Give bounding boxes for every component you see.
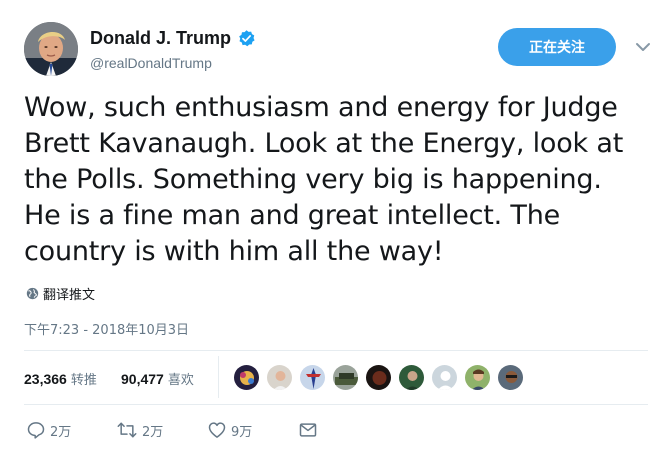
tweet-text-line: the Polls. Something very big is happeni…: [24, 164, 602, 195]
stats-separator: [218, 356, 219, 398]
retweets-count: 23,366: [24, 371, 67, 387]
reply-button[interactable]: 2万: [26, 420, 71, 440]
chevron-down-icon[interactable]: [634, 40, 652, 54]
likes-stat[interactable]: 90,477 喜欢: [121, 369, 194, 388]
tweet-timestamp[interactable]: 下午7:23 - 2018年10月3日: [24, 319, 189, 338]
translate-tweet-link[interactable]: 翻译推文: [26, 284, 95, 303]
author-display-name[interactable]: Donald J. Trump: [90, 27, 231, 49]
translate-label: 翻译推文: [43, 288, 96, 303]
globe-icon: [26, 287, 39, 300]
liker-avatar[interactable]: [497, 364, 524, 391]
liker-avatar[interactable]: [398, 364, 425, 391]
liker-avatar[interactable]: [299, 364, 326, 391]
retweets-stat[interactable]: 23,366 转推: [24, 369, 97, 388]
tweet-text-line: country is with him all the way!: [24, 236, 444, 267]
retweet-icon: [116, 420, 138, 440]
verified-badge-icon: [237, 29, 256, 48]
liker-avatar[interactable]: [464, 364, 491, 391]
retweet-count: 2万: [142, 424, 164, 440]
liker-avatar[interactable]: [365, 364, 392, 391]
liker-avatar[interactable]: [431, 364, 458, 391]
likes-label: 喜欢: [167, 373, 194, 388]
retweets-label: 转推: [70, 373, 97, 388]
like-button[interactable]: 9万: [207, 420, 252, 440]
author-handle[interactable]: @realDonaldTrump: [90, 54, 212, 72]
liker-avatar[interactable]: [332, 364, 359, 391]
author-avatar[interactable]: [24, 22, 78, 76]
divider: [24, 350, 648, 351]
tweet-card: Donald J. Trump @realDonaldTrump 正在关注 Wo…: [0, 0, 656, 454]
likes-count: 90,477: [121, 371, 164, 387]
tweet-text-line: He is a fine man and great intellect. Th…: [24, 200, 561, 231]
following-button[interactable]: 正在关注: [498, 28, 616, 66]
tweet-text-line: Wow, such enthusiasm and energy for Judg…: [24, 92, 618, 123]
liker-avatar[interactable]: [233, 364, 260, 391]
envelope-icon: [298, 420, 318, 440]
liker-avatar[interactable]: [266, 364, 293, 391]
direct-message-button[interactable]: [298, 420, 318, 440]
divider: [24, 404, 648, 405]
tweet-header: Donald J. Trump @realDonaldTrump 正在关注: [24, 22, 656, 78]
tweet-actions: 2万 2万 9万: [24, 420, 648, 444]
reply-count: 2万: [50, 424, 72, 440]
retweet-button[interactable]: 2万: [116, 420, 163, 440]
tweet-text: Wow, such enthusiasm and energy for Judg…: [24, 90, 644, 270]
tweet-stats: 23,366 转推 90,477 喜欢: [24, 352, 648, 402]
like-count: 9万: [231, 424, 253, 440]
reply-icon: [26, 420, 46, 440]
tweet-text-line: Brett Kavanaugh. Look at the Energy, loo…: [24, 128, 624, 159]
heart-icon: [207, 420, 227, 440]
author-name-line: Donald J. Trump: [90, 27, 256, 49]
